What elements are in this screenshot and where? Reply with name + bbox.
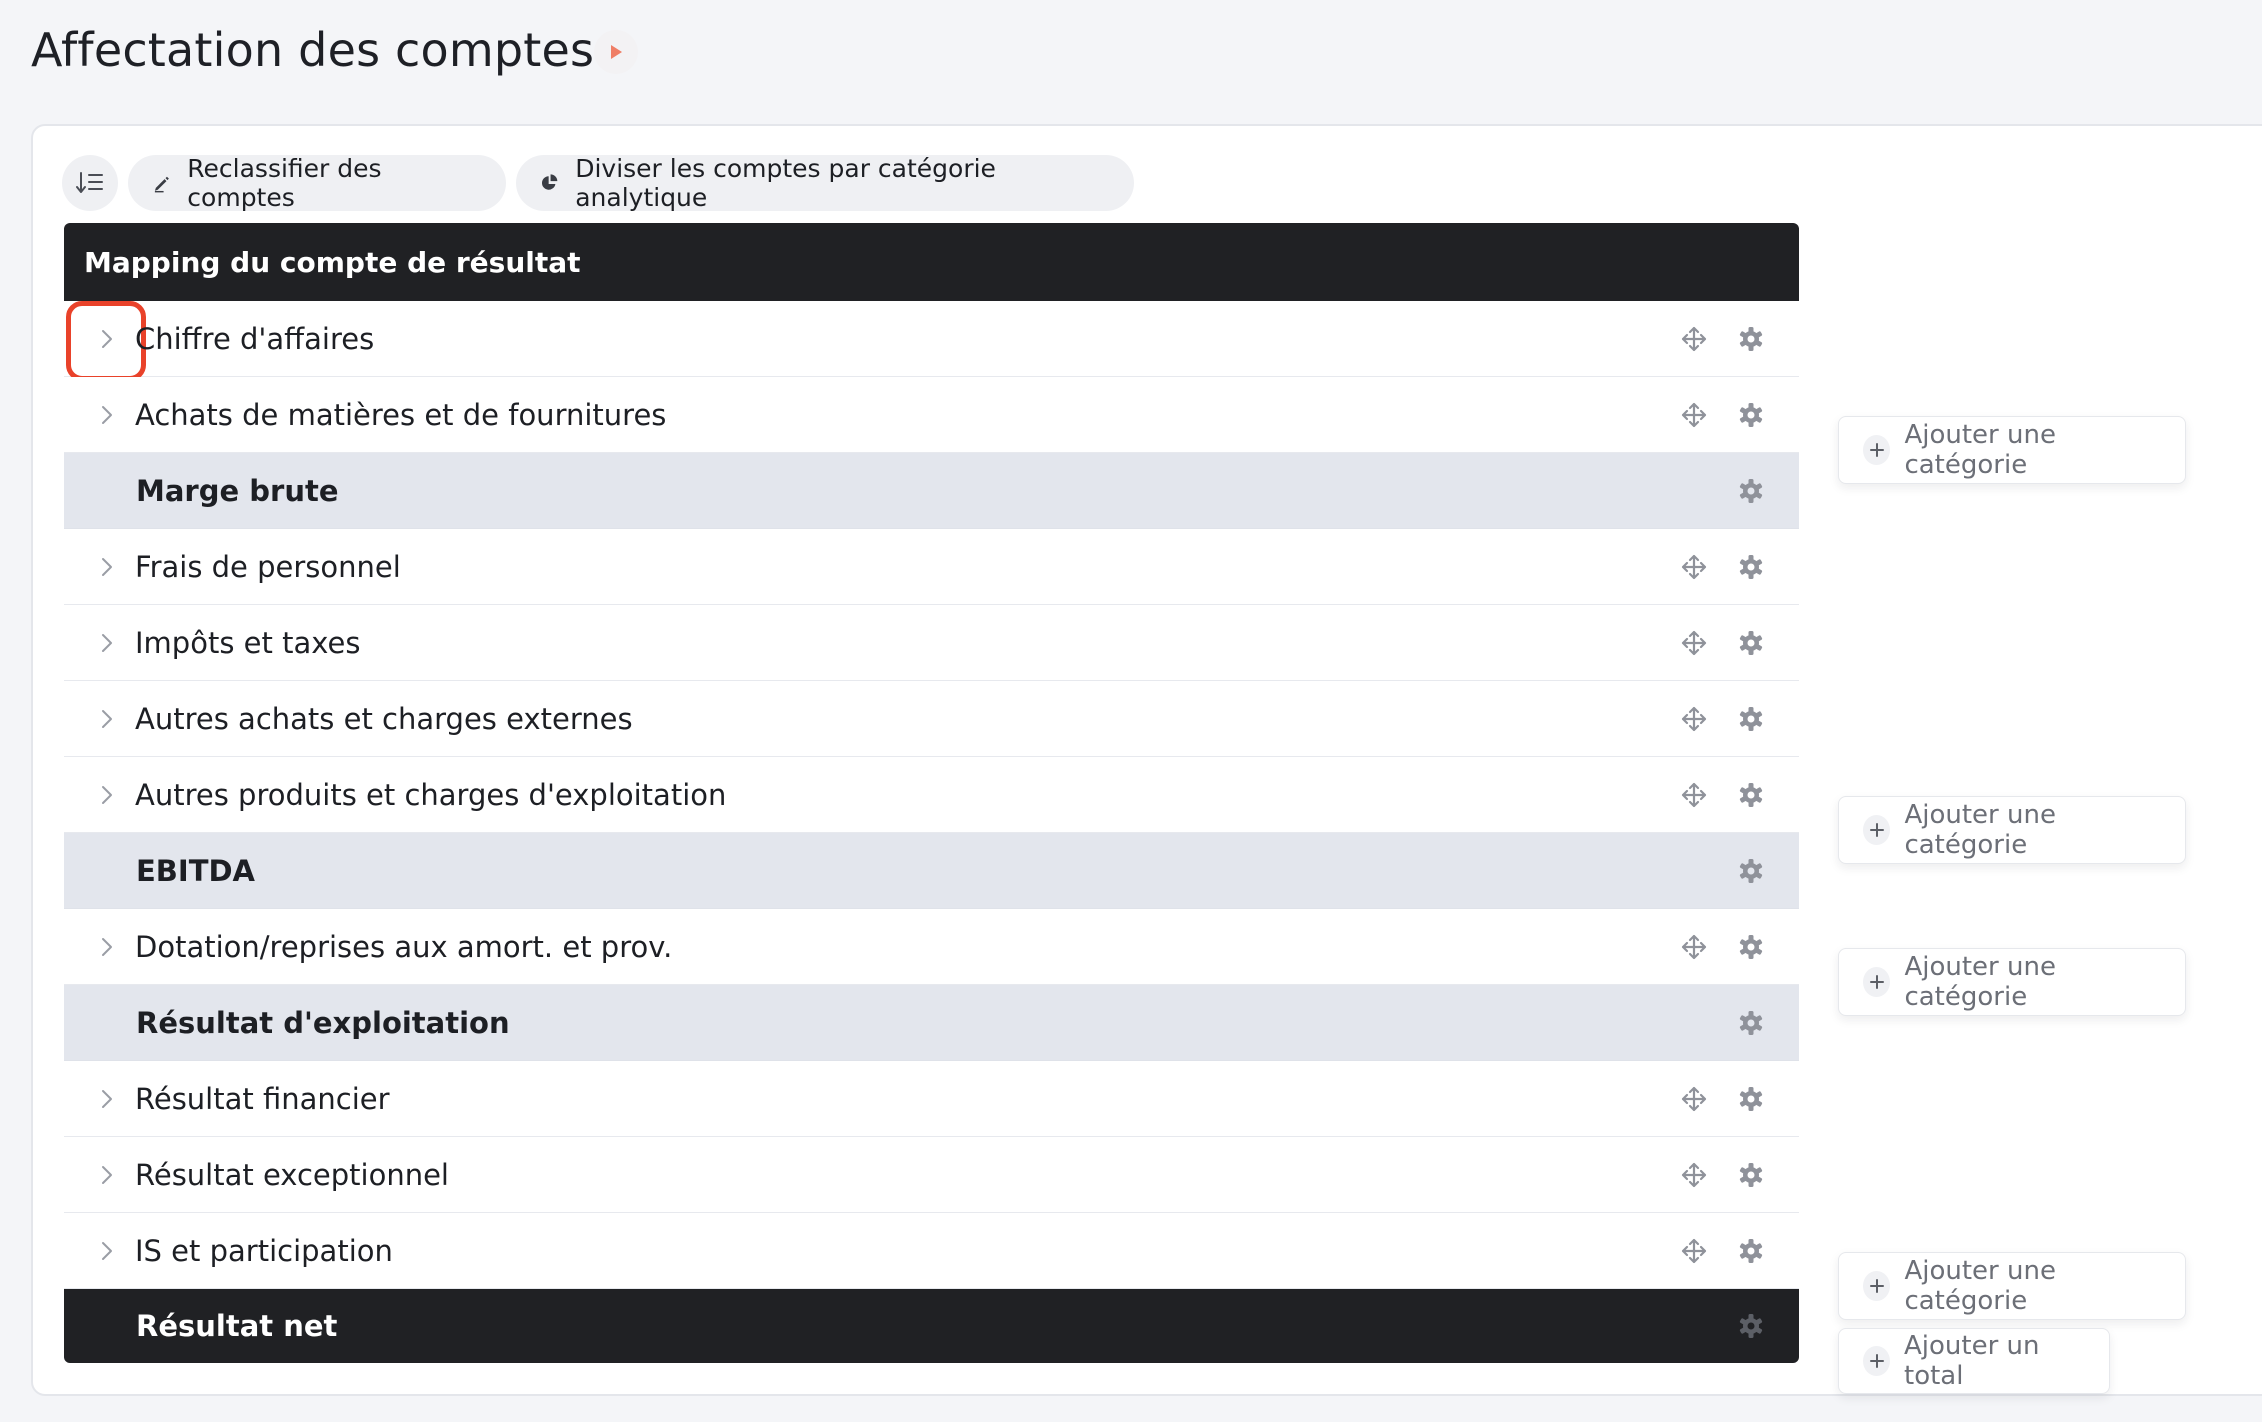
split-accounts-label: Diviser les comptes par catégorie analyt… (575, 154, 996, 212)
gear-icon[interactable] (1737, 1009, 1765, 1037)
reclassify-accounts-label: Reclassifier des comptes (187, 154, 382, 212)
row-label: Autres achats et charges externes (135, 701, 633, 736)
gear-icon[interactable] (1737, 933, 1765, 961)
row-label: Marge brute (136, 473, 339, 508)
table-row: Résultat financier (64, 1061, 1799, 1137)
add-total-label: Ajouter un total (1904, 1331, 2040, 1391)
reclassify-accounts-button[interactable]: Reclassifier des comptes (128, 154, 506, 212)
chevron-right-icon[interactable] (94, 782, 120, 808)
add-category-label: Ajouter une catégorie (1904, 800, 2056, 860)
add-category-label: Ajouter une catégorie (1904, 952, 2056, 1012)
add-total-button[interactable]: Ajouter un total (1838, 1328, 2110, 1394)
move-icon[interactable] (1680, 401, 1708, 429)
move-icon[interactable] (1680, 629, 1708, 657)
plus-icon (1863, 1271, 1891, 1301)
move-icon[interactable] (1680, 1085, 1708, 1113)
chevron-right-icon[interactable] (94, 1238, 120, 1264)
add-category-button[interactable]: Ajouter une catégorie (1838, 1252, 2186, 1320)
row-label: Résultat exceptionnel (135, 1157, 449, 1192)
table-row: Chiffre d'affaires (64, 300, 1799, 381)
chevron-right-icon[interactable] (94, 630, 120, 656)
add-category-label: Ajouter une catégorie (1904, 420, 2056, 480)
table-header: Mapping du compte de résultat (64, 223, 1799, 301)
sort-list-icon (76, 172, 103, 193)
gear-icon[interactable] (1737, 325, 1765, 353)
table-row: Dotation/reprises aux amort. et prov. (64, 909, 1799, 985)
table-row: Autres produits et charges d'exploitatio… (64, 757, 1799, 833)
row-label: Impôts et taxes (135, 625, 361, 660)
subtotal-row: Résultat d'exploitation (64, 985, 1799, 1061)
row-label: Frais de personnel (135, 549, 401, 584)
table-row: Impôts et taxes (64, 605, 1799, 681)
gear-icon[interactable] (1737, 401, 1765, 429)
chevron-right-icon[interactable] (94, 706, 120, 732)
add-category-label: Ajouter une catégorie (1904, 1256, 2056, 1316)
move-icon[interactable] (1680, 933, 1708, 961)
gear-icon[interactable] (1737, 1237, 1765, 1265)
income-statement-mapping-table: Mapping du compte de résultat Chiffre d'… (64, 223, 1799, 1363)
move-icon[interactable] (1680, 553, 1708, 581)
play-icon (611, 45, 622, 59)
plus-icon (1863, 435, 1891, 465)
split-accounts-button[interactable]: Diviser les comptes par catégorie analyt… (516, 154, 1134, 212)
add-category-button[interactable]: Ajouter une catégorie (1838, 796, 2186, 864)
table-row: Frais de personnel (64, 529, 1799, 605)
add-category-button[interactable]: Ajouter une catégorie (1838, 416, 2186, 484)
plus-icon (1863, 967, 1891, 997)
gear-icon[interactable] (1737, 629, 1765, 657)
chevron-right-icon[interactable] (66, 300, 146, 381)
gear-icon[interactable] (1737, 1161, 1765, 1189)
sort-button[interactable] (62, 155, 118, 211)
gear-icon[interactable] (1737, 1085, 1765, 1113)
table-row: Autres achats et charges externes (64, 681, 1799, 757)
page-title: Affectation des comptes (31, 23, 595, 77)
row-label: IS et participation (135, 1233, 393, 1268)
row-label: Dotation/reprises aux amort. et prov. (135, 929, 673, 964)
pie-chart-icon (541, 174, 558, 190)
move-icon[interactable] (1680, 1161, 1708, 1189)
chevron-right-icon[interactable] (94, 402, 120, 428)
move-icon[interactable] (1680, 1237, 1708, 1265)
row-label: EBITDA (136, 853, 256, 888)
chevron-right-icon[interactable] (94, 1086, 120, 1112)
row-label: Résultat d'exploitation (136, 1005, 510, 1040)
plus-icon (1863, 815, 1891, 845)
gear-icon[interactable] (1737, 553, 1765, 581)
plus-icon (1863, 1346, 1891, 1376)
move-icon[interactable] (1680, 325, 1708, 353)
move-icon[interactable] (1680, 781, 1708, 809)
play-button[interactable] (594, 30, 638, 74)
row-label: Achats de matières et de fournitures (135, 397, 667, 432)
add-category-button[interactable]: Ajouter une catégorie (1838, 948, 2186, 1016)
table-row: IS et participation (64, 1213, 1799, 1289)
row-label: Résultat net (136, 1309, 338, 1343)
chevron-right-icon[interactable] (94, 1162, 120, 1188)
gear-icon[interactable] (1737, 857, 1765, 885)
gear-icon[interactable] (1737, 477, 1765, 505)
move-icon[interactable] (1680, 705, 1708, 733)
table-row: Résultat exceptionnel (64, 1137, 1799, 1213)
subtotal-row: EBITDA (64, 833, 1799, 909)
table-row: Achats de matières et de fournitures (64, 377, 1799, 453)
gear-icon[interactable] (1737, 1312, 1765, 1340)
gear-icon[interactable] (1737, 781, 1765, 809)
row-label: Résultat financier (135, 1081, 390, 1116)
total-row: Résultat net (64, 1289, 1799, 1363)
subtotal-row: Marge brute (64, 453, 1799, 529)
table-header-title: Mapping du compte de résultat (84, 245, 581, 279)
chevron-right-icon[interactable] (94, 554, 120, 580)
pen-icon (154, 176, 169, 193)
gear-icon[interactable] (1737, 705, 1765, 733)
chevron-right-icon[interactable] (94, 934, 120, 960)
row-label: Autres produits et charges d'exploitatio… (135, 777, 727, 812)
row-label: Chiffre d'affaires (135, 321, 375, 356)
